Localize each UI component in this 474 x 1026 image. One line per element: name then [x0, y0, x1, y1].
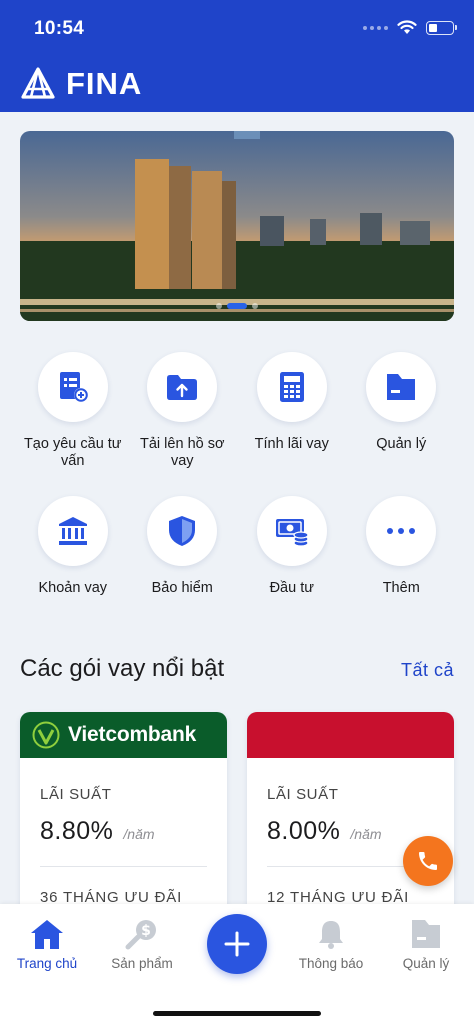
- create-button[interactable]: [207, 914, 267, 974]
- plus-icon: [224, 931, 250, 957]
- request-consult-icon: [59, 372, 88, 402]
- service-manage[interactable]: Quản lý: [347, 352, 457, 470]
- rate-unit: /năm: [123, 826, 155, 842]
- service-insurance[interactable]: Bảo hiểm: [128, 496, 238, 614]
- banner-pagination: [20, 303, 454, 309]
- interest-rate: 8.80%: [40, 817, 114, 845]
- money-icon: [275, 519, 309, 547]
- more-icon: [387, 528, 416, 534]
- status-bar: 10:54: [0, 0, 474, 58]
- service-more[interactable]: Thêm: [347, 496, 457, 614]
- status-time: 10:54: [34, 18, 85, 39]
- divider: [40, 866, 207, 867]
- bank-icon: [58, 517, 87, 545]
- pagination-dot[interactable]: [216, 303, 222, 309]
- home-indicator: [153, 1011, 321, 1016]
- rate-label: LÃI SUẤT: [40, 786, 112, 803]
- tab-products[interactable]: $ Sản phẩm: [97, 918, 187, 971]
- service-label: Đầu tư: [269, 580, 314, 596]
- service-label: Thêm: [382, 580, 420, 596]
- see-all-link[interactable]: Tất cả: [401, 660, 454, 681]
- svg-text:$: $: [141, 923, 151, 939]
- service-label: Tạo yêu cầu tư vấn: [23, 436, 122, 469]
- card-header: Vietcombank: [20, 712, 227, 758]
- service-loan-calculator[interactable]: Tính lãi vay: [237, 352, 347, 470]
- card-header: [247, 712, 454, 758]
- bell-icon: [319, 921, 343, 949]
- tab-manage[interactable]: Quản lý: [381, 918, 471, 971]
- banner-image: [20, 131, 454, 321]
- service-label: Khoản vay: [38, 580, 108, 596]
- vietcombank-logo-icon: [32, 721, 60, 749]
- fina-logo: FINA: [20, 66, 142, 102]
- service-grid: Tạo yêu cầu tư vấn Tải lên hồ sơ vay Tín…: [18, 352, 456, 614]
- tab-home[interactable]: Trang chủ: [2, 918, 92, 971]
- pagination-dot[interactable]: [252, 303, 258, 309]
- status-icons: [363, 20, 457, 35]
- product-search-icon: $: [125, 920, 156, 950]
- tab-label: Thông báo: [298, 956, 364, 971]
- pagination-dot[interactable]: [227, 303, 247, 309]
- service-investment[interactable]: Đầu tư: [237, 496, 347, 614]
- promo-banner[interactable]: [20, 131, 454, 321]
- service-label: Tải lên hồ sơ vay: [140, 436, 225, 469]
- tab-notifications[interactable]: Thông báo: [286, 918, 376, 971]
- service-label: Tính lãi vay: [254, 436, 329, 452]
- rate-label: LÃI SUẤT: [267, 786, 339, 803]
- signal-icon: [363, 25, 388, 30]
- tab-label: Quản lý: [402, 956, 450, 971]
- interest-rate: 8.00%: [267, 817, 341, 845]
- folder-icon: [412, 920, 440, 948]
- tab-label: Sản phẩm: [111, 956, 173, 971]
- service-request-consult[interactable]: Tạo yêu cầu tư vấn: [18, 352, 128, 470]
- home-icon: [31, 920, 63, 949]
- fina-logo-icon: [21, 67, 55, 99]
- service-label: Bảo hiểm: [151, 580, 213, 596]
- loan-card[interactable]: LÃI SUẤT 8.00% /năm 12 THÁNG ƯU ĐÃI: [247, 712, 454, 932]
- app-header: FINA: [0, 58, 474, 112]
- folder-icon: [387, 374, 416, 400]
- loan-card[interactable]: Vietcombank LÃI SUẤT 8.80% /năm 36 THÁNG…: [20, 712, 227, 932]
- battery-icon: [426, 20, 457, 35]
- phone-icon: [419, 852, 437, 870]
- calculator-icon: [279, 372, 304, 402]
- call-button[interactable]: [403, 836, 453, 886]
- bank-name: Vietcombank: [68, 723, 197, 746]
- service-upload-documents[interactable]: Tải lên hồ sơ vay: [128, 352, 238, 470]
- wifi-icon: [397, 20, 417, 34]
- service-loans[interactable]: Khoản vay: [18, 496, 128, 614]
- rate-unit: /năm: [350, 826, 382, 842]
- shield-icon: [169, 516, 196, 546]
- tab-label: Trang chủ: [16, 956, 78, 971]
- section-title: Các gói vay nổi bật: [20, 655, 225, 682]
- brand-name: FINA: [66, 66, 143, 101]
- service-label: Quản lý: [376, 436, 427, 452]
- upload-icon: [167, 375, 198, 400]
